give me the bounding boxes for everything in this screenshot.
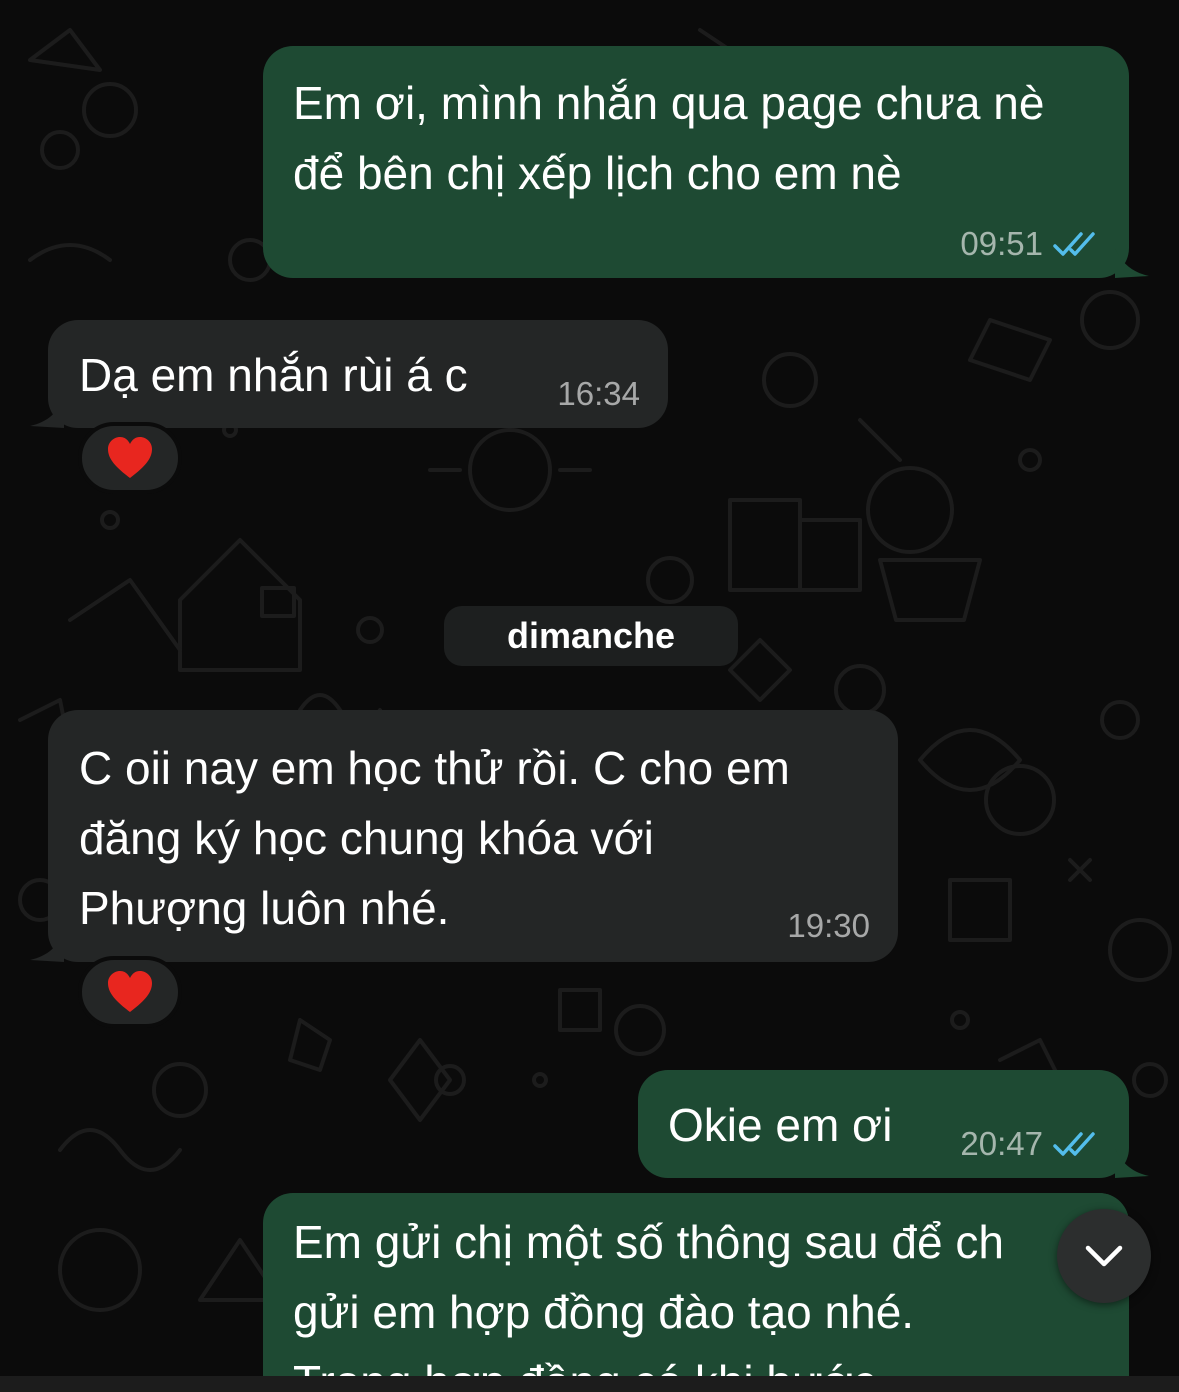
- message-text: C oii nay em học thử rồi. C cho em đăng …: [79, 742, 790, 934]
- message-bubble-incoming[interactable]: C oii nay em học thử rồi. C cho em đăng …: [48, 710, 898, 962]
- message-bubble-outgoing[interactable]: Em ơi, mình nhắn qua page chưa nè để bên…: [263, 46, 1129, 278]
- message-bubble-outgoing[interactable]: Okie em ơi 20:47: [638, 1070, 1129, 1178]
- message-meta: 20:47: [960, 1124, 1101, 1164]
- double-check-read-icon: [1053, 1132, 1095, 1156]
- chevron-down-icon: [1085, 1245, 1123, 1267]
- message-text: Em gửi chị một số thông sau để ch gửi em…: [293, 1216, 1004, 1376]
- bubble-tail-incoming: [30, 932, 64, 962]
- bottom-edge: [0, 1376, 1179, 1392]
- double-check-read-icon: [1053, 232, 1095, 256]
- bubble-tail-outgoing: [1115, 248, 1149, 278]
- message-text: Dạ em nhắn rùi á c: [79, 349, 468, 401]
- red-heart-icon: [108, 437, 152, 478]
- message-meta: 16:34: [557, 374, 640, 414]
- bubble-tail-incoming: [30, 398, 64, 428]
- message-bubble-incoming[interactable]: Dạ em nhắn rùi á c 16:34: [48, 320, 668, 428]
- message-text: Em ơi, mình nhắn qua page chưa nè để bên…: [293, 77, 1045, 199]
- message-time: 09:51: [960, 225, 1043, 262]
- message-meta: 19:30: [787, 906, 870, 946]
- message-bubble-outgoing-partial[interactable]: Em gửi chị một số thông sau để ch gửi em…: [263, 1193, 1129, 1376]
- reaction-badge[interactable]: [78, 422, 182, 494]
- message-time: 20:47: [960, 1125, 1043, 1162]
- message-time: 16:34: [557, 375, 640, 412]
- red-heart-icon: [108, 971, 152, 1012]
- chat-area[interactable]: Em ơi, mình nhắn qua page chưa nè để bên…: [0, 0, 1179, 1376]
- bubble-tail-outgoing: [1115, 1148, 1149, 1178]
- message-meta: 09:51: [960, 224, 1101, 264]
- message-time: 19:30: [787, 907, 870, 944]
- date-separator: dimanche: [444, 606, 738, 666]
- reaction-badge[interactable]: [78, 956, 182, 1028]
- scroll-to-bottom-button[interactable]: [1057, 1209, 1151, 1303]
